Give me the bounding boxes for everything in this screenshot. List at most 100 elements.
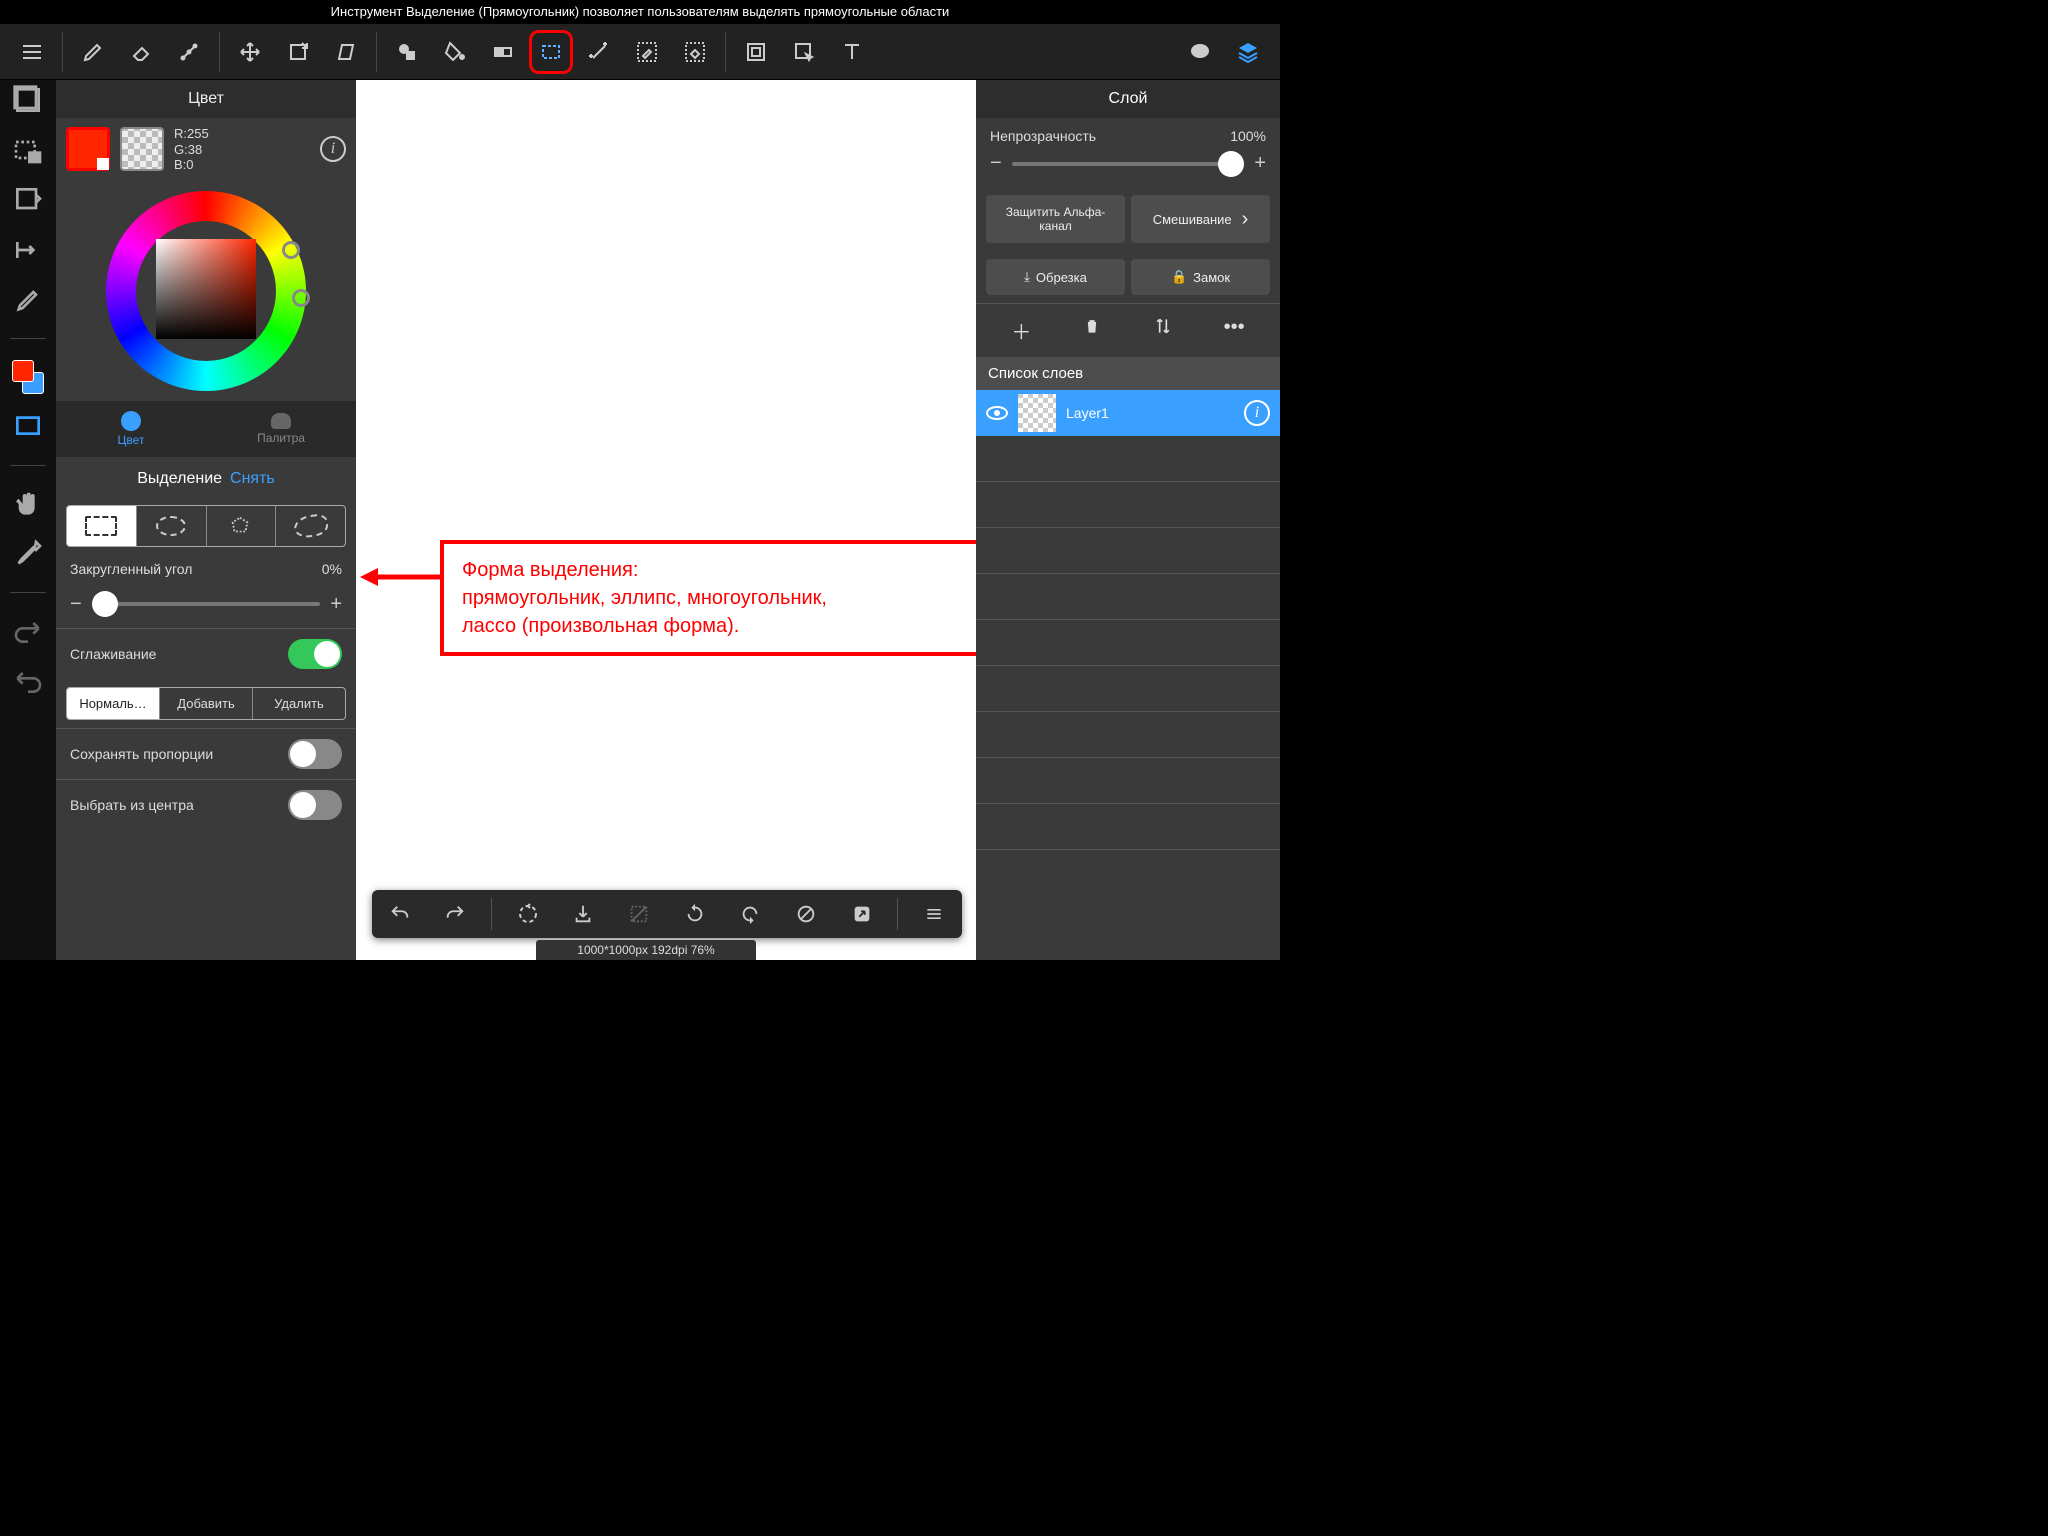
left-rail: [0, 80, 56, 960]
shape-polygon[interactable]: [207, 506, 277, 546]
bottom-toolbar: [372, 890, 962, 938]
tab-color[interactable]: Цвет: [56, 401, 206, 457]
pen-icon[interactable]: [12, 284, 44, 316]
color-tabs: Цвет Палитра: [56, 401, 356, 457]
secondary-color-swatch[interactable]: [120, 127, 164, 171]
layer-panel-title: Слой: [976, 80, 1280, 118]
keep-ratio-label: Сохранять пропорции: [70, 746, 213, 762]
minus-icon[interactable]: −: [990, 152, 1002, 175]
annotation-callout: Форма выделения: прямоугольник, эллипс, …: [440, 540, 1050, 656]
undo-icon[interactable]: [380, 894, 420, 934]
layers-icon[interactable]: [1226, 30, 1270, 74]
blending-button[interactable]: Смешивание: [1131, 195, 1270, 243]
plus-icon[interactable]: +: [1254, 152, 1266, 175]
antialias-label: Сглаживание: [70, 646, 156, 662]
from-center-label: Выбрать из центра: [70, 797, 194, 813]
invert-icon[interactable]: [786, 894, 826, 934]
select-pen-tool-icon[interactable]: [625, 30, 669, 74]
flip-icon[interactable]: [12, 234, 44, 266]
color-wheel[interactable]: [56, 181, 356, 401]
save-icon[interactable]: [563, 894, 603, 934]
canvas[interactable]: [356, 80, 976, 960]
selection-header: Выделение Снять: [56, 457, 356, 501]
layer-panel: Слой Непрозрачность 100% − + Защитить Ал…: [976, 80, 1280, 960]
expand-icon[interactable]: [842, 894, 882, 934]
visibility-icon[interactable]: [986, 406, 1008, 420]
hand-tool-icon[interactable]: [12, 488, 44, 520]
annotation-arrow: [360, 562, 440, 592]
info-icon[interactable]: i: [320, 136, 346, 162]
primary-color-swatch[interactable]: [66, 127, 110, 171]
redo-icon[interactable]: [12, 615, 44, 647]
mode-normal[interactable]: Нормаль…: [67, 688, 160, 719]
layer-info-icon[interactable]: i: [1244, 400, 1270, 426]
plus-icon[interactable]: +: [330, 593, 342, 616]
keep-ratio-toggle[interactable]: [288, 739, 342, 769]
chat-icon[interactable]: [1178, 30, 1222, 74]
selection-shape-picker: [66, 505, 346, 547]
tab-palette[interactable]: Палитра: [206, 401, 356, 457]
deselect-icon[interactable]: [619, 894, 659, 934]
from-center-toggle[interactable]: [288, 790, 342, 820]
gradient-tool-icon[interactable]: [481, 30, 525, 74]
canvas-status: 1000*1000px 192dpi 76%: [536, 940, 756, 960]
frame-cursor-tool-icon[interactable]: [782, 30, 826, 74]
left-panel: Цвет R:255G:38B:0 i Цвет Палитра Выделен…: [56, 80, 356, 960]
dot-brush-icon[interactable]: [167, 30, 211, 74]
delete-layer-icon[interactable]: [1082, 316, 1102, 345]
layer-thumbnail: [1018, 394, 1056, 432]
select-layer-icon[interactable]: [12, 134, 44, 166]
main-toolbar: [0, 24, 1280, 80]
round-corner-label: Закругленный угол: [70, 561, 192, 577]
opacity-slider[interactable]: − +: [976, 146, 1280, 187]
color-swatch[interactable]: [12, 361, 44, 393]
select-rect-tool-icon[interactable]: [529, 30, 573, 74]
shape-rectangle[interactable]: [67, 506, 137, 546]
shape-tool-icon[interactable]: [385, 30, 429, 74]
select-erase-tool-icon[interactable]: [673, 30, 717, 74]
bottom-menu-icon[interactable]: [914, 894, 954, 934]
rotate-right-icon[interactable]: [730, 894, 770, 934]
layer-list-header: Список слоев: [976, 357, 1280, 390]
crop-button[interactable]: ⤓Обрезка: [986, 259, 1125, 295]
selection-mode: Нормаль… Добавить Удалить: [66, 687, 346, 720]
magic-wand-tool-icon[interactable]: [577, 30, 621, 74]
bucket-tool-icon[interactable]: [433, 30, 477, 74]
opacity-label: Непрозрачность: [990, 128, 1096, 144]
add-layer-icon[interactable]: ＋: [1011, 316, 1031, 345]
text-tool-icon[interactable]: [830, 30, 874, 74]
rotate-left-icon[interactable]: [675, 894, 715, 934]
clear-selection-link[interactable]: Снять: [230, 470, 275, 488]
mode-delete[interactable]: Удалить: [253, 688, 345, 719]
layer-item[interactable]: Layer1 i: [976, 390, 1280, 436]
reorder-icon[interactable]: [1153, 316, 1173, 345]
round-corner-slider[interactable]: − +: [56, 587, 356, 628]
layer-name: Layer1: [1066, 405, 1109, 421]
eraser-tool-icon[interactable]: [119, 30, 163, 74]
minus-icon[interactable]: −: [70, 593, 82, 616]
move-tool-icon[interactable]: [228, 30, 272, 74]
more-icon[interactable]: •••: [1224, 316, 1245, 345]
lock-button[interactable]: 🔒Замок: [1131, 259, 1270, 295]
undo-icon[interactable]: [12, 665, 44, 697]
mode-add[interactable]: Добавить: [160, 688, 253, 719]
tooltip-bar: Инструмент Выделение (Прямоугольник) поз…: [0, 0, 1280, 24]
distort-tool-icon[interactable]: [324, 30, 368, 74]
screen-icon[interactable]: [12, 411, 44, 443]
redo-icon[interactable]: [435, 894, 475, 934]
shape-lasso[interactable]: [276, 506, 345, 546]
eyedropper-icon[interactable]: [12, 538, 44, 570]
menu-icon[interactable]: [10, 30, 54, 74]
rotate-icon[interactable]: [508, 894, 548, 934]
transform-tool-icon[interactable]: [276, 30, 320, 74]
protect-alpha-button[interactable]: Защитить Альфа-канал: [986, 195, 1125, 243]
antialias-toggle[interactable]: [288, 639, 342, 669]
brush-tool-icon[interactable]: [71, 30, 115, 74]
shape-ellipse[interactable]: [137, 506, 207, 546]
color-panel-title: Цвет: [56, 80, 356, 118]
fullscreen-icon[interactable]: [12, 84, 44, 116]
frame-tool-icon[interactable]: [734, 30, 778, 74]
reference-icon[interactable]: [12, 184, 44, 216]
rgb-readout: R:255G:38B:0: [174, 126, 209, 173]
opacity-value: 100%: [1230, 128, 1266, 144]
